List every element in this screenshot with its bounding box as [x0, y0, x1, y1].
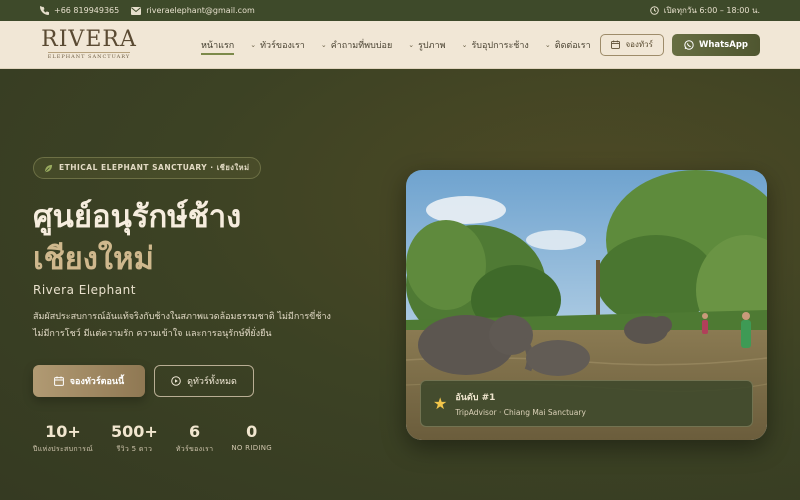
main-navbar: RIVERA ELEPHANT SANCTUARY หน้าแรก ⌄ ทัวร… [0, 21, 800, 69]
phone-number: +66 819949365 [54, 6, 120, 15]
nav-item-label: หน้าแรก [201, 40, 235, 51]
stat-item: 0 NO RIDING [231, 423, 272, 455]
hero-subtitle: Rivera Elephant [33, 283, 136, 297]
calendar-icon [611, 40, 621, 49]
stats-row: 10+ ปีแห่งประสบการณ์ 500+ รีวิว 5 ดาว 6 … [33, 423, 290, 455]
stat-value: 0 [246, 422, 258, 441]
phone-icon [40, 6, 49, 15]
star-icon: ★ [433, 394, 448, 413]
nav-item-tours[interactable]: ⌄ ทัวร์ของเรา [242, 21, 313, 69]
award-title: อันดับ #1 [455, 393, 496, 403]
stat-value: 6 [188, 422, 201, 441]
stat-label: NO RIDING [231, 444, 273, 452]
hero-title-line2: เชียงใหม่ [33, 241, 154, 277]
nav-item-label: ทัวร์ของเรา [260, 40, 305, 51]
stat-item: 6 ทัวร์ของเรา [176, 423, 214, 455]
chevron-down-icon: ⌄ [461, 40, 468, 49]
chevron-down-icon: ⌄ [544, 40, 551, 49]
chevron-down-icon: ⌄ [320, 40, 327, 49]
play-circle-icon [171, 376, 181, 386]
calendar-icon [53, 376, 64, 386]
top-info-bar: +66 819949365 riveraelephant@gmail.com เ… [0, 0, 800, 21]
award-text: อันดับ #1 TripAdvisor · Chiang Mai Sanct… [455, 390, 586, 417]
book-now-button[interactable]: จองทัวร์ตอนนี้ [33, 365, 145, 397]
hero-description: สัมผัสประสบการณ์อันแท้จริงกับช้างในสภาพแ… [33, 309, 343, 343]
stat-label: ปีแห่งประสบการณ์ [33, 445, 93, 453]
description-line1: สัมผัสประสบการณ์อันแท้จริงกับช้างในสภาพแ… [33, 312, 331, 322]
nav-item-home[interactable]: หน้าแรก [193, 21, 242, 69]
badge-text: ETHICAL ELEPHANT SANCTUARY · เชียงใหม่ [59, 163, 250, 172]
stat-label: รีวิว 5 ดาว [116, 445, 153, 453]
award-subtitle: TripAdvisor · Chiang Mai Sanctuary [455, 408, 586, 417]
stat-item: 500+ รีวิว 5 ดาว [111, 423, 158, 455]
brand-name: RIVERA [41, 27, 137, 52]
award-card: ★ อันดับ #1 TripAdvisor · Chiang Mai San… [420, 380, 753, 427]
hours-text: เปิดทุกวัน 6:00 – 18:00 น. [663, 6, 760, 15]
whatsapp-icon [684, 39, 694, 50]
book-now-label: จองทัวร์ตอนนี้ [69, 377, 125, 387]
brand-tagline: ELEPHANT SANCTUARY [47, 52, 131, 60]
stat-item: 10+ ปีแห่งประสบการณ์ [33, 423, 93, 455]
chevron-down-icon: ⌄ [408, 40, 415, 49]
whatsapp-button[interactable]: WhatsApp [671, 33, 760, 56]
mail-icon [131, 6, 142, 15]
nav-actions: จองทัวร์ WhatsApp [600, 33, 760, 56]
nav-item-contact[interactable]: ⌄ ติดต่อเรา [537, 21, 599, 69]
hero-title: ศูนย์อนุรักษ์ช้าง เชียงใหม่ [33, 196, 353, 280]
stat-value: 10+ [45, 422, 81, 441]
stat-label: ทัวร์ของเรา [175, 445, 214, 453]
nav-item-label: คำถามที่พบบ่อย [330, 40, 393, 51]
stat-value: 500+ [111, 422, 158, 441]
nav-item-gallery[interactable]: ⌄ รูปภาพ [400, 21, 453, 69]
book-tour-button[interactable]: จองทัวร์ [600, 33, 664, 56]
book-tour-label: จองทัวร์ [625, 40, 653, 49]
hero-section: ETHICAL ELEPHANT SANCTUARY · เชียงใหม่ ศ… [0, 69, 800, 500]
nav-item-adopt[interactable]: ⌄ รับอุปการะช้าง [454, 21, 537, 69]
sanctuary-badge: ETHICAL ELEPHANT SANCTUARY · เชียงใหม่ [33, 157, 261, 179]
view-all-tours-button[interactable]: ดูทัวร์ทั้งหมด [154, 365, 254, 397]
email-info[interactable]: riveraelephant@gmail.com [131, 6, 255, 15]
hero-title-line1: ศูนย์อนุรักษ์ช้าง [33, 199, 242, 235]
whatsapp-label: WhatsApp [698, 39, 748, 50]
opening-hours: เปิดทุกวัน 6:00 – 18:00 น. [649, 4, 760, 17]
email-address: riveraelephant@gmail.com [146, 6, 255, 15]
nav-item-label: ติดต่อเรา [554, 40, 591, 51]
brand-logo[interactable]: RIVERA ELEPHANT SANCTUARY [40, 27, 138, 61]
nav-item-label: รับอุปการะช้าง [471, 40, 529, 51]
view-all-tours-label: ดูทัวร์ทั้งหมด [187, 377, 237, 387]
nav-item-label: รูปภาพ [418, 40, 446, 51]
nav-item-faq[interactable]: ⌄ คำถามที่พบบ่อย [313, 21, 400, 69]
nav-menu: หน้าแรก ⌄ ทัวร์ของเรา ⌄ คำถามที่พบบ่อย ⌄… [193, 21, 599, 69]
description-line2: ไม่มีการโชว์ มีแต่ความรัก ความเข้าใจ และ… [33, 329, 272, 339]
clock-icon [649, 6, 659, 15]
phone-info[interactable]: +66 819949365 [40, 6, 119, 15]
leaf-icon [44, 164, 53, 173]
chevron-down-icon: ⌄ [250, 40, 257, 49]
